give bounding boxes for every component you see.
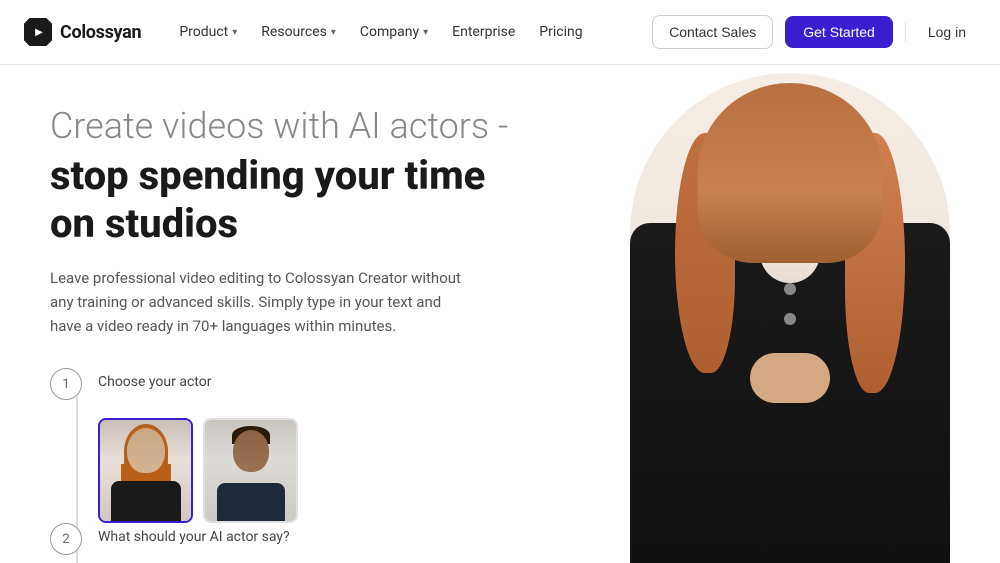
nav-divider: [905, 22, 906, 42]
actor-body: [630, 73, 950, 563]
logo-icon: [24, 18, 52, 46]
step-1: 1 Choose your actor: [50, 368, 530, 400]
chevron-down-icon: ▾: [232, 27, 237, 38]
nav-item-enterprise[interactable]: Enterprise: [442, 18, 525, 46]
hero-left: Create videos with AI actors - stop spen…: [0, 65, 530, 563]
navbar-right: Contact Sales Get Started Log in: [652, 15, 976, 49]
logo[interactable]: Colossyan: [24, 18, 141, 46]
chevron-down-icon: ▾: [423, 27, 428, 38]
step-2-label: What should your AI actor say?: [98, 523, 290, 545]
nav-resources-label: Resources: [261, 24, 327, 40]
actor-visual: [580, 65, 1000, 563]
nav-product-label: Product: [179, 24, 228, 40]
step-1-label: Choose your actor: [98, 368, 211, 390]
ai-actor-figure: [580, 65, 1000, 563]
main-content: Create videos with AI actors - stop spen…: [0, 65, 1000, 563]
actor-hands: [750, 353, 830, 403]
nav-pricing-label: Pricing: [539, 24, 582, 40]
step-1-circle: 1: [50, 368, 82, 400]
nav-company-label: Company: [360, 24, 419, 40]
actor1-head: [127, 428, 165, 473]
actor1-body: [111, 481, 181, 521]
get-started-button[interactable]: Get Started: [785, 16, 893, 48]
nav-item-resources[interactable]: Resources ▾: [251, 18, 346, 46]
nav-item-product[interactable]: Product ▾: [169, 18, 247, 46]
actor-selection-row: [98, 418, 530, 523]
hero-subtitle: Leave professional video editing to Colo…: [50, 266, 470, 338]
step-2-number: 2: [62, 532, 69, 547]
outfit-button-2: [784, 283, 796, 295]
outfit-button-3: [784, 313, 796, 325]
logo-text: Colossyan: [60, 22, 141, 43]
chevron-down-icon: ▾: [331, 27, 336, 38]
actor-thumb-2[interactable]: [203, 418, 298, 523]
contact-sales-button[interactable]: Contact Sales: [652, 15, 773, 49]
step-2-circle: 2: [50, 523, 82, 555]
hero-headline-bold: stop spending your time on studios: [50, 152, 530, 248]
actor1-image: [100, 420, 191, 521]
steps-container: 1 Choose your actor: [50, 368, 530, 563]
actor2-image: [205, 420, 296, 521]
navbar-left: Colossyan Product ▾ Resources ▾ Company …: [24, 18, 593, 46]
step-1-number: 1: [62, 377, 69, 392]
login-button[interactable]: Log in: [918, 18, 976, 46]
actor-thumb-1[interactable]: [98, 418, 193, 523]
hero-headline-light: Create videos with AI actors -: [50, 105, 530, 148]
nav-enterprise-label: Enterprise: [452, 24, 515, 40]
step-2: 2 What should your AI actor say?: [50, 523, 530, 555]
nav-item-company[interactable]: Company ▾: [350, 18, 438, 46]
actor2-head: [233, 430, 269, 472]
hero-right: [530, 65, 1000, 563]
actor-hair-top: [698, 83, 883, 263]
navbar: Colossyan Product ▾ Resources ▾ Company …: [0, 0, 1000, 65]
nav-links: Product ▾ Resources ▾ Company ▾ Enterpri…: [169, 18, 592, 46]
nav-item-pricing[interactable]: Pricing: [529, 18, 592, 46]
actor2-body: [217, 483, 285, 521]
